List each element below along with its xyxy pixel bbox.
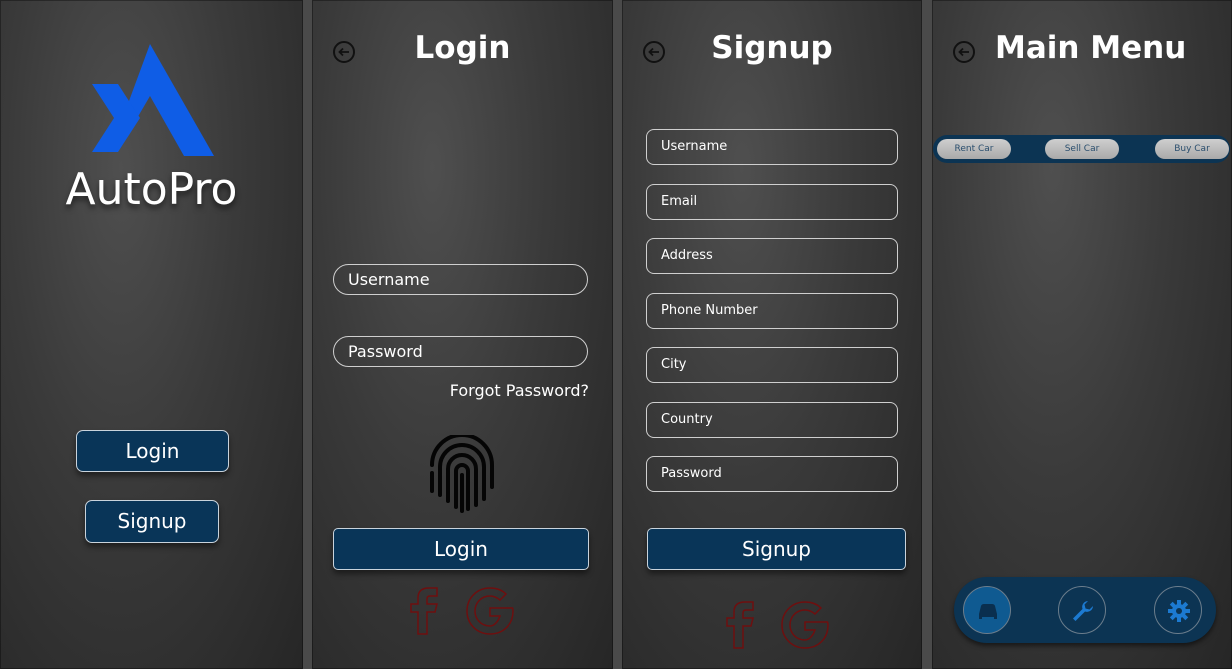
- signup-screen: Signup Username Email Address Phone Numb…: [622, 0, 922, 669]
- main-menu-screen: Main Menu Rent Car Sell Car Buy Car: [932, 0, 1232, 669]
- nav-settings-button[interactable]: [1154, 586, 1202, 634]
- login-button[interactable]: Login: [333, 528, 589, 570]
- address-field[interactable]: Address: [646, 238, 898, 274]
- phone-number-field[interactable]: Phone Number: [646, 293, 898, 329]
- brand-name: AutoPro: [65, 164, 238, 215]
- country-field[interactable]: Country: [646, 402, 898, 438]
- bottom-nav: [954, 577, 1216, 643]
- tab-buy-car[interactable]: Buy Car: [1155, 139, 1229, 159]
- page-title: Signup: [711, 30, 833, 66]
- city-field[interactable]: City: [646, 347, 898, 383]
- password-field[interactable]: Password: [333, 336, 588, 367]
- tab-sell-car[interactable]: Sell Car: [1045, 139, 1119, 159]
- google-icon[interactable]: [780, 600, 830, 650]
- gear-icon: [1168, 600, 1190, 622]
- login-button[interactable]: Login: [76, 430, 229, 472]
- username-field[interactable]: Username: [646, 129, 898, 165]
- facebook-icon[interactable]: [408, 586, 440, 636]
- login-screen: Login Username Password Forgot Password?…: [312, 0, 613, 669]
- wrench-icon: [1073, 601, 1093, 621]
- tab-rent-car[interactable]: Rent Car: [937, 139, 1011, 159]
- page-title: Main Menu: [995, 30, 1187, 66]
- username-field[interactable]: Username: [333, 264, 588, 295]
- forgot-password-link[interactable]: Forgot Password?: [450, 381, 589, 400]
- category-tabs: Rent Car Sell Car Buy Car: [933, 135, 1230, 163]
- facebook-icon[interactable]: [724, 600, 756, 650]
- splash-screen: AutoPro Login Signup: [0, 0, 303, 669]
- google-icon[interactable]: [465, 586, 515, 636]
- page-title: Login: [414, 30, 511, 66]
- email-field[interactable]: Email: [646, 184, 898, 220]
- signup-button[interactable]: Signup: [85, 500, 219, 543]
- autopro-logo: [92, 44, 214, 156]
- car-icon: [979, 604, 997, 619]
- nav-tools-button[interactable]: [1058, 586, 1106, 634]
- signup-button[interactable]: Signup: [647, 528, 906, 570]
- nav-car-button[interactable]: [963, 586, 1011, 634]
- fingerprint-icon[interactable]: [426, 435, 498, 513]
- password-field[interactable]: Password: [646, 456, 898, 492]
